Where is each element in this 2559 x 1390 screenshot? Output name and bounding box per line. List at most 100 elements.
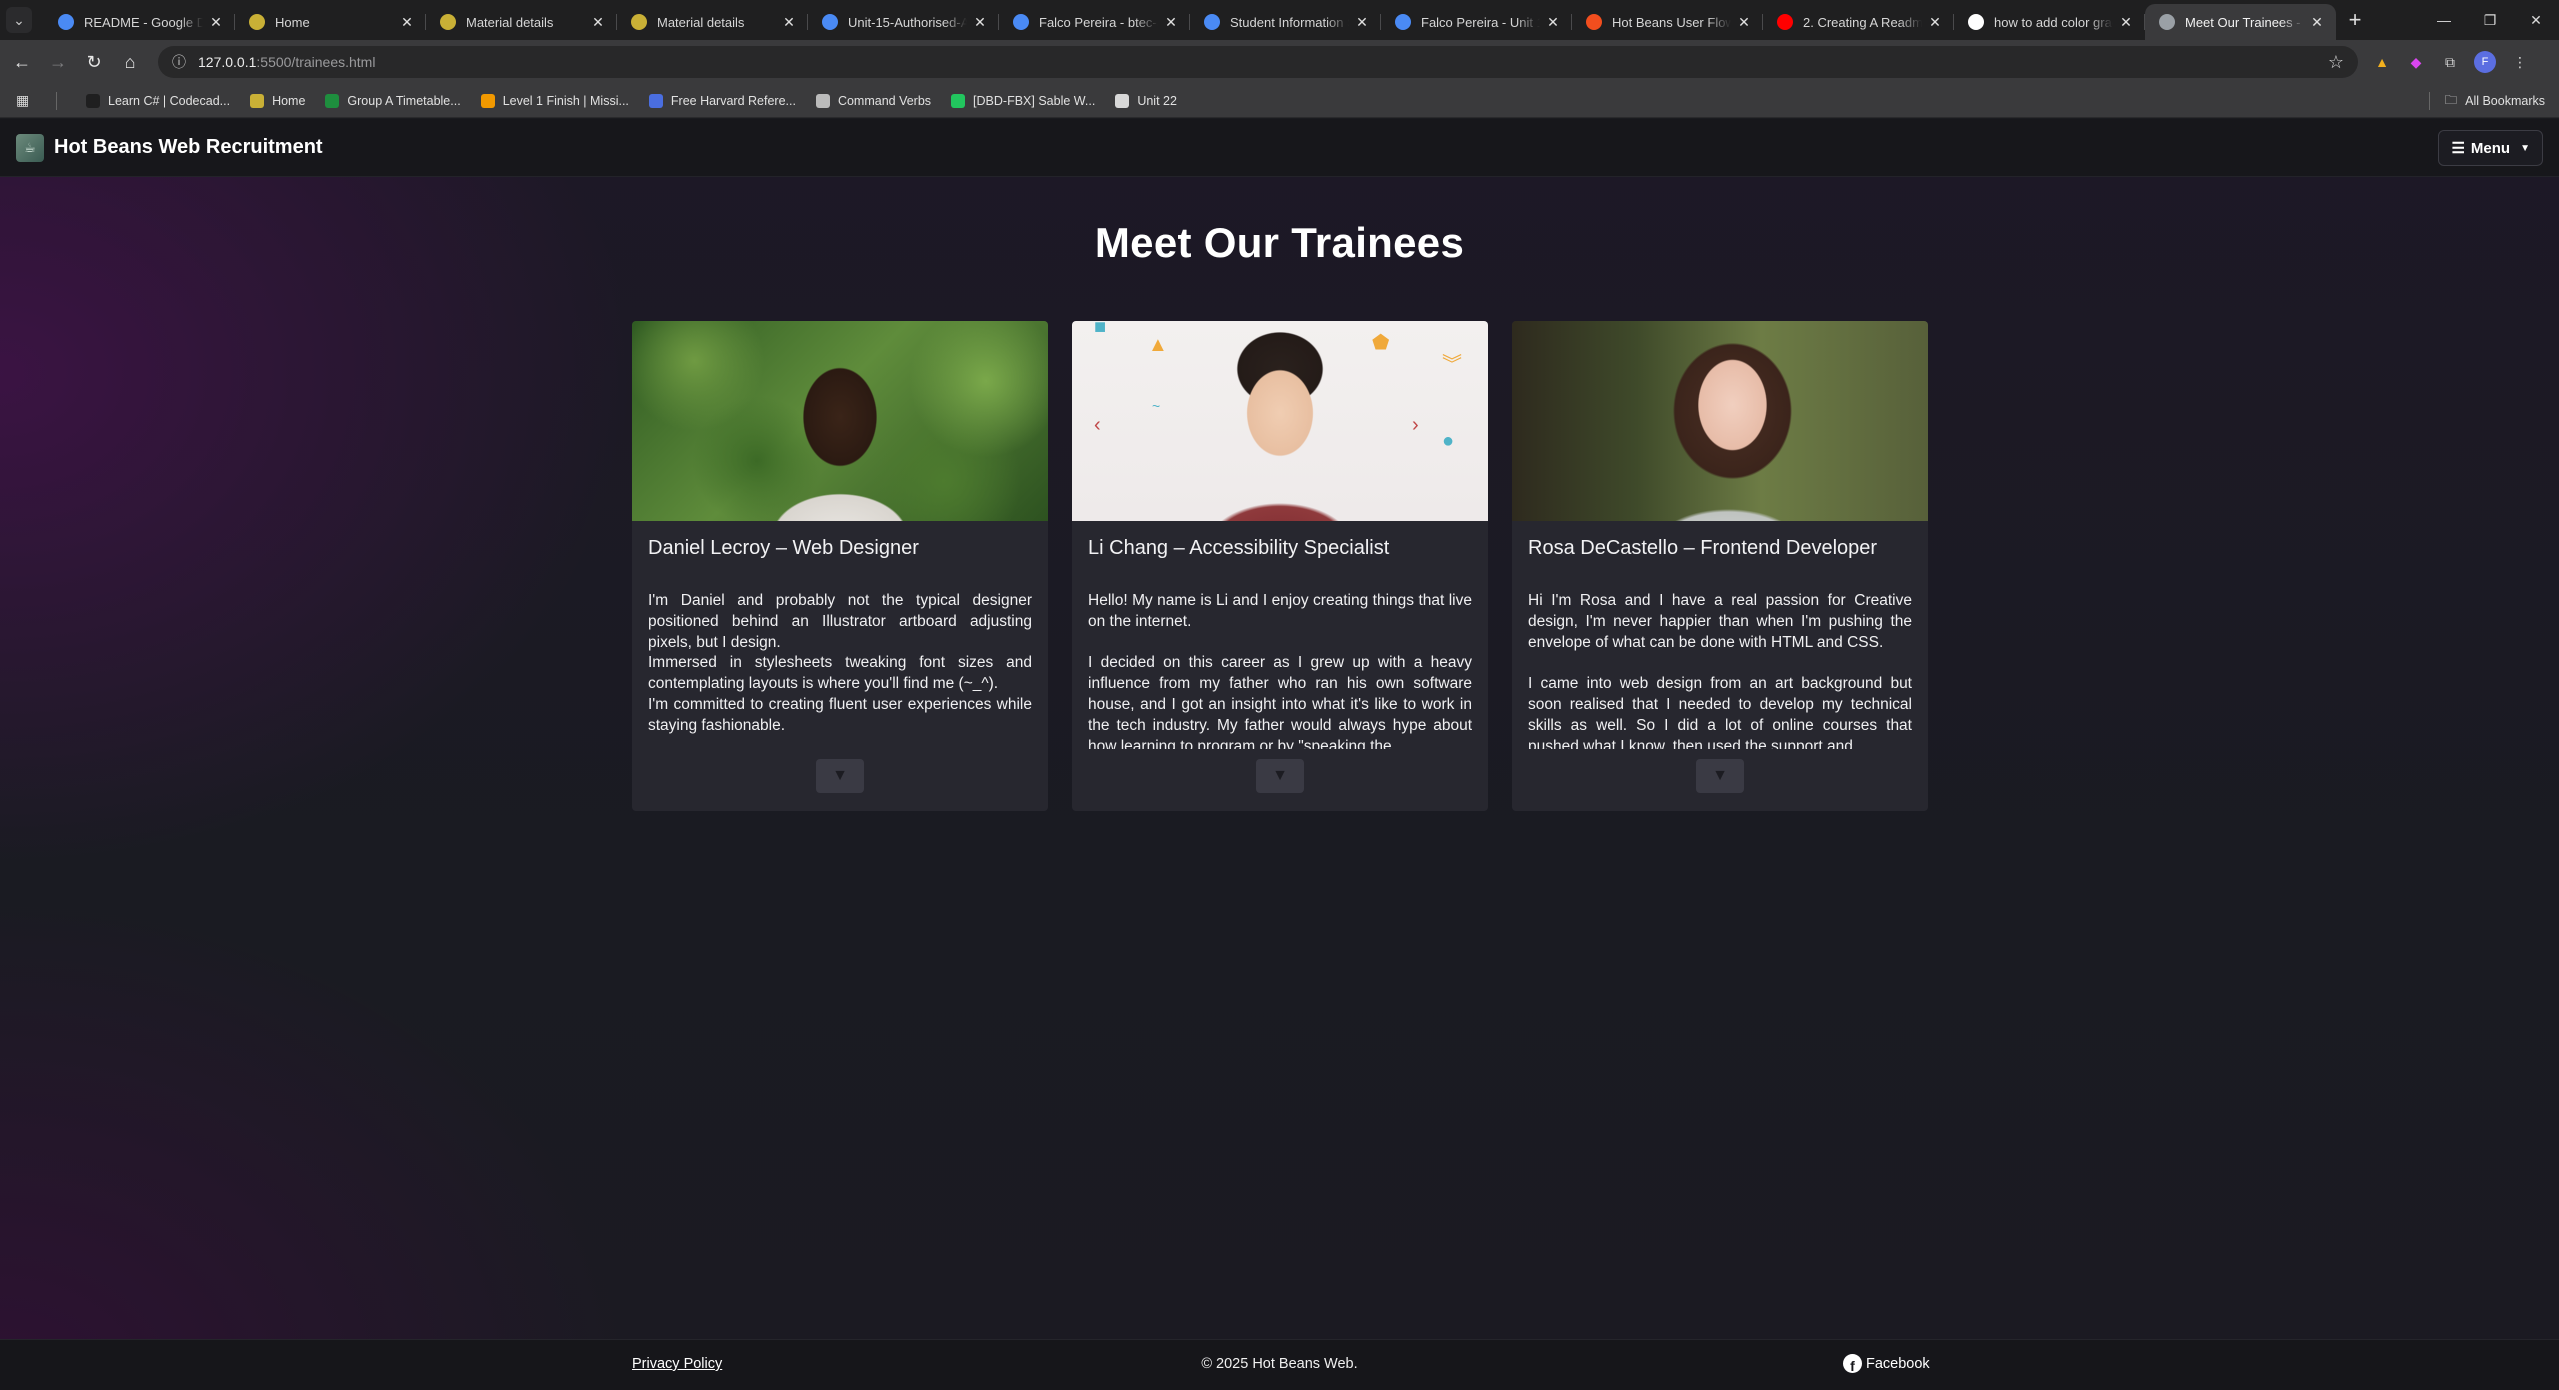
reload-button[interactable]: ↻	[76, 44, 112, 80]
trainee-title: Rosa DeCastello – Frontend Developer	[1528, 537, 1878, 559]
apps-grid-icon[interactable]: ▦	[16, 92, 36, 109]
browser-tab[interactable]: Meet Our Trainees - Hot Beans✕	[2145, 4, 2336, 40]
site-info-icon[interactable]: ⓘ	[172, 52, 186, 72]
bio-paragraph: Immersed in stylesheets tweaking font si…	[648, 654, 1032, 693]
tab-title: Falco Pereira - Unit 15	[1421, 14, 1540, 30]
browser-tab[interactable]: Home ✕	[235, 4, 426, 40]
profile-avatar[interactable]: F	[2474, 51, 2496, 73]
bookmark-star-icon[interactable]: ☆	[2328, 52, 2344, 73]
close-tab-icon[interactable]: ✕	[971, 14, 989, 31]
home-button[interactable]: ⌂	[112, 44, 148, 80]
tab-search-button[interactable]: ⌄	[6, 7, 32, 33]
tab-title: Home	[275, 14, 310, 30]
bookmark-item[interactable]: Unit 22	[1115, 93, 1177, 108]
more-options-icon[interactable]: ⋮	[2510, 52, 2530, 72]
bookmarks-bar: ▦ Learn C# | Codecad... Home Group A Timet…	[0, 84, 2559, 118]
restore-icon[interactable]: ❐	[2467, 0, 2513, 40]
browser-tab[interactable]: README - Google Docs✕	[44, 4, 235, 40]
close-tab-icon[interactable]: ✕	[2308, 14, 2326, 31]
tab-favicon-icon	[1013, 14, 1029, 30]
url-path: :5500/trainees.html	[256, 54, 376, 70]
copyright-text: © 2025 Hot Beans Web.	[1201, 1356, 1358, 1372]
browser-toolbar: ← → ↻ ⌂ ⓘ 127.0.0.1:5500/trainees.html ☆…	[0, 40, 2559, 84]
brand-name[interactable]: Hot Beans Web Recruitment	[54, 136, 323, 159]
browser-tab[interactable]: Student Information Sheet✕	[1190, 4, 1381, 40]
caret-down-icon: ▼	[2520, 142, 2530, 154]
google-drive-icon[interactable]: ▲	[2372, 52, 2392, 72]
bookmark-item[interactable]: Level 1 Finish | Missi...	[480, 93, 629, 108]
browser-tab[interactable]: Hot Beans User Flow ✕	[1572, 4, 1763, 40]
bookmark-favicon-icon	[325, 93, 340, 108]
facebook-label: Facebook	[1866, 1355, 1930, 1372]
close-tab-icon[interactable]: ✕	[1544, 14, 1562, 31]
browser-tab[interactable]: Falco Pereira - Unit 15 ✕	[1381, 4, 1572, 40]
bookmark-favicon-icon	[815, 93, 830, 108]
address-bar[interactable]: ⓘ 127.0.0.1:5500/trainees.html ☆	[158, 46, 2358, 78]
expand-bio-button[interactable]: ▼	[1696, 759, 1744, 793]
browser-tab[interactable]: how to add color gradient✕	[1954, 4, 2145, 40]
bookmark-list: Learn C# | Codecad... Home Group A Timetab…	[86, 93, 1197, 108]
close-tab-icon[interactable]: ✕	[589, 14, 607, 31]
all-bookmarks-button[interactable]: 🗀 All Bookmarks	[2428, 84, 2545, 118]
bookmark-label: Level 1 Finish | Missi...	[502, 93, 629, 108]
tab-favicon-icon	[822, 14, 838, 30]
site-footer: Privacy Policy © 2025 Hot Beans Web. f F…	[0, 1339, 2559, 1390]
bio-paragraph: Hi I'm Rosa and I have a real passion fo…	[1528, 592, 1912, 651]
bookmark-item[interactable]: Command Verbs	[815, 93, 931, 108]
browser-tab[interactable]: Material details ✕	[617, 4, 808, 40]
circle-shape-icon: ●	[1442, 430, 1455, 452]
browser-tab[interactable]: Material details ✕	[426, 4, 617, 40]
bookmark-label: Home	[272, 93, 306, 108]
browser-tab[interactable]: Falco Pereira - btec-assignment✕	[999, 4, 1190, 40]
new-tab-button[interactable]: +	[2340, 7, 2370, 33]
bio-paragraph: I came into web design from an art backg…	[1528, 675, 1912, 749]
bookmark-item[interactable]: Home	[250, 93, 306, 108]
extensions-area: ▲ ◆ ⧉ F ⋮	[2372, 51, 2530, 73]
tab-favicon-icon	[631, 14, 647, 30]
browser-tab[interactable]: 2. Creating A Readme ✕	[1763, 4, 1954, 40]
bookmark-item[interactable]: Group A Timetable...	[325, 93, 461, 108]
close-tab-icon[interactable]: ✕	[1926, 14, 1944, 31]
bookmark-item[interactable]: Free Harvard Refere...	[648, 93, 796, 108]
tab-title: Hot Beans User Flow	[1612, 14, 1731, 30]
forward-button[interactable]: →	[40, 44, 76, 80]
close-window-icon[interactable]: ✕	[2513, 0, 2559, 40]
reload-icon: ↻	[86, 51, 102, 72]
home-icon: ⌂	[124, 51, 136, 72]
expand-bio-button[interactable]: ▼	[816, 759, 864, 793]
close-tab-icon[interactable]: ✕	[207, 14, 225, 31]
site-navbar: ☕ Hot Beans Web Recruitment ☰ Menu ▼	[0, 119, 2559, 177]
tab-title: README - Google Docs	[84, 14, 203, 30]
bookmark-label: Free Harvard Refere...	[670, 93, 796, 108]
menu-dropdown-button[interactable]: ☰ Menu ▼	[2438, 130, 2543, 166]
arrow-right-icon: →	[49, 51, 67, 72]
extension-icon[interactable]: ◆	[2406, 52, 2426, 72]
brand-logo-icon[interactable]: ☕	[16, 133, 44, 162]
trainee-photo-daniel	[632, 321, 1048, 521]
close-tab-icon[interactable]: ✕	[1735, 14, 1753, 31]
bookmark-label: Unit 22	[1137, 93, 1177, 108]
expand-bio-button[interactable]: ▼	[1256, 759, 1304, 793]
tab-favicon-icon	[440, 14, 456, 30]
page-viewport: ☕ Hot Beans Web Recruitment ☰ Menu ▼ Mee…	[0, 119, 2559, 1390]
bookmark-favicon-icon	[86, 93, 100, 108]
bookmark-item[interactable]: [DBD-FBX] Sable W...	[951, 93, 1095, 108]
close-tab-icon[interactable]: ✕	[780, 14, 798, 31]
close-tab-icon[interactable]: ✕	[1162, 14, 1180, 31]
back-button[interactable]: ←	[4, 44, 40, 80]
close-tab-icon[interactable]: ✕	[1353, 14, 1371, 31]
tab-title: Student Information Sheet	[1230, 14, 1349, 30]
all-bookmarks-label: All Bookmarks	[2465, 94, 2545, 108]
browser-tab[interactable]: Unit-15-Authorised-Assignment✕	[808, 4, 999, 40]
minimize-icon[interactable]: —	[2421, 0, 2467, 40]
puzzle-icon[interactable]: ⧉	[2440, 52, 2460, 72]
page-title: Meet Our Trainees	[1094, 219, 1465, 266]
bookmark-favicon-icon	[480, 93, 495, 108]
bookmark-item[interactable]: Learn C# | Codecad...	[86, 93, 230, 108]
facebook-link[interactable]: f Facebook	[1843, 1354, 1930, 1373]
close-tab-icon[interactable]: ✕	[2117, 14, 2135, 31]
arrow-left-icon: ←	[13, 51, 31, 72]
close-tab-icon[interactable]: ✕	[398, 14, 416, 31]
triangle-shape-icon: ▲	[1148, 334, 1168, 356]
tab-favicon-icon	[58, 14, 74, 30]
